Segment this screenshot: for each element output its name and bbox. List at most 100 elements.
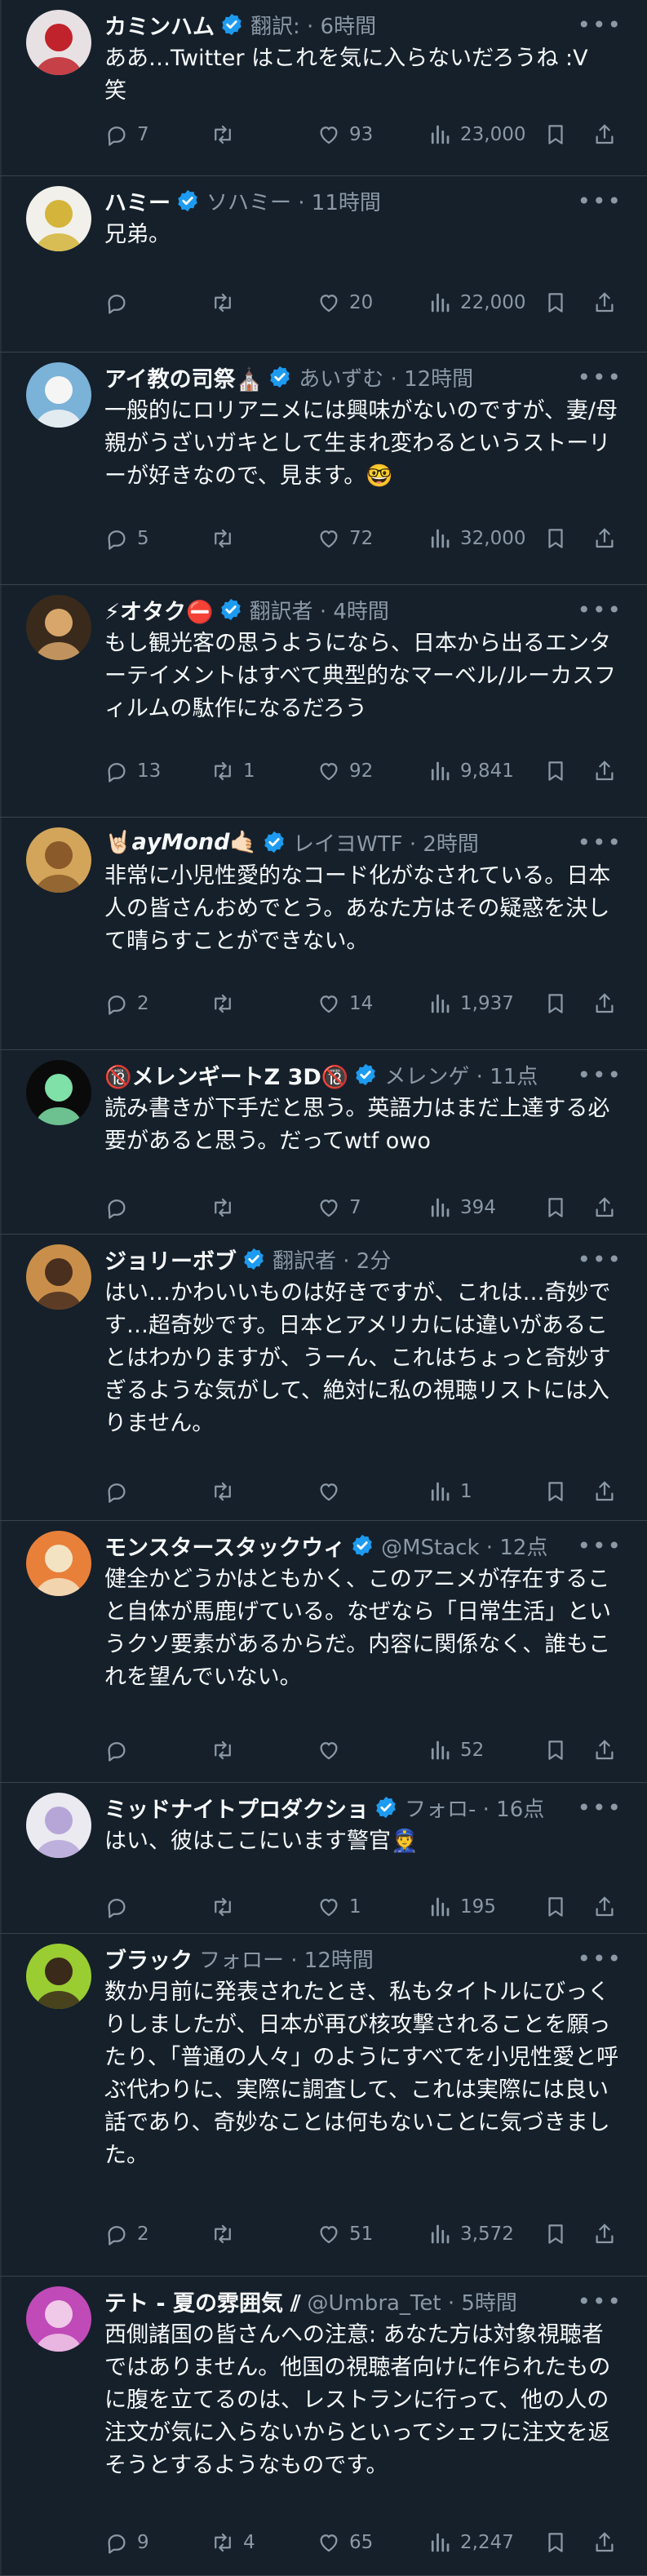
retweet-button[interactable] (210, 1895, 317, 1919)
more-icon[interactable]: ••• (577, 596, 623, 623)
more-icon[interactable]: ••• (577, 364, 623, 391)
reply-button[interactable]: 5 (104, 526, 210, 551)
author-name[interactable]: ハミー (104, 185, 171, 217)
author-meta[interactable]: メレンゲ · 11点 (384, 1060, 538, 1090)
avatar[interactable] (26, 10, 91, 75)
like-button[interactable]: 65 (317, 2530, 428, 2555)
bookmark-button[interactable] (543, 991, 592, 1016)
author-name[interactable]: ミッドナイトプロダクショ (104, 1792, 369, 1824)
author-meta[interactable]: 翻訳者 · 4時間 (250, 595, 389, 625)
share-button[interactable] (592, 2530, 625, 2555)
share-button[interactable] (592, 290, 625, 315)
more-icon[interactable]: ••• (577, 1945, 623, 1972)
more-icon[interactable]: ••• (577, 2288, 623, 2315)
author-meta[interactable]: レイヨWTF · 2時間 (293, 827, 479, 858)
author-name[interactable]: カミンハム (104, 9, 215, 41)
views-button[interactable]: 22,000 (428, 290, 543, 315)
tweet[interactable]: ジョリーボブ 翻訳者 · 2分 ••• はい…かわいいものは好きですが、これは…奇妙で… (0, 1235, 647, 1521)
retweet-button[interactable] (210, 1738, 317, 1762)
avatar[interactable] (26, 362, 91, 428)
views-button[interactable]: 2,247 (428, 2530, 543, 2555)
author-name[interactable]: テト - 夏の雰囲気 ⫽ (104, 2286, 300, 2317)
bookmark-button[interactable] (543, 290, 592, 315)
reply-button[interactable] (104, 290, 210, 315)
bookmark-button[interactable] (543, 1479, 592, 1504)
reply-button[interactable]: 9 (104, 2530, 210, 2555)
views-button[interactable]: 195 (428, 1895, 543, 1919)
reply-button[interactable]: 2 (104, 991, 210, 1016)
avatar[interactable] (26, 1060, 91, 1125)
views-button[interactable]: 1 (428, 1479, 543, 1504)
more-icon[interactable]: ••• (577, 1794, 623, 1821)
author-meta[interactable]: 翻訳: · 6時間 (250, 10, 376, 40)
like-button[interactable]: 93 (317, 122, 428, 147)
author-meta[interactable]: 翻訳者 · 2分 (273, 1244, 391, 1275)
author-name[interactable]: 🔞メレンギートZ 3D🔞 (104, 1059, 348, 1091)
avatar[interactable] (26, 1944, 91, 2009)
retweet-button[interactable] (210, 1195, 317, 1220)
like-button[interactable]: 7 (317, 1195, 428, 1220)
author-meta[interactable]: ソハミー · 11時間 (206, 186, 381, 216)
avatar[interactable] (26, 827, 91, 893)
like-button[interactable] (317, 1479, 428, 1504)
share-button[interactable] (592, 526, 625, 551)
more-icon[interactable]: ••• (577, 1532, 623, 1559)
author-meta[interactable]: あいずむ · 12時間 (299, 362, 473, 392)
tweet[interactable]: ⚡オタク⛔ 翻訳者 · 4時間 ••• もし観光客の思うようになら、日本から出るエンタ… (0, 585, 647, 818)
author-name[interactable]: ⚡オタク⛔ (104, 594, 214, 626)
reply-button[interactable] (104, 1195, 210, 1220)
views-button[interactable]: 32,000 (428, 526, 543, 551)
reply-button[interactable]: 2 (104, 2222, 210, 2246)
retweet-button[interactable]: 1 (210, 759, 317, 783)
author-meta[interactable]: フォロー · 12時間 (199, 1944, 374, 1974)
retweet-button[interactable] (210, 122, 317, 147)
more-icon[interactable]: ••• (577, 11, 623, 38)
share-button[interactable] (592, 1195, 625, 1220)
share-button[interactable] (592, 1895, 625, 1919)
bookmark-button[interactable] (543, 2222, 592, 2246)
tweet[interactable]: カミンハム 翻訳: · 6時間 ••• ああ…Twitter はこれを気に入らないだろ… (0, 0, 647, 176)
share-button[interactable] (592, 1738, 625, 1762)
share-button[interactable] (592, 759, 625, 783)
tweet[interactable]: ブラック フォロー · 12時間 ••• 数か月前に発表されたとき、私もタイトルにびっ… (0, 1934, 647, 2277)
reply-button[interactable]: 7 (104, 122, 210, 147)
bookmark-button[interactable] (543, 2530, 592, 2555)
retweet-button[interactable] (210, 1479, 317, 1504)
tweet[interactable]: アイ教の司祭⛪ あいずむ · 12時間 ••• 一般的にロリアニメには興味がないのです… (0, 352, 647, 585)
tweet[interactable]: テト - 夏の雰囲気 ⫽ @Umbra_Tet · 5時間 ••• 西側諸国の皆さんへ… (0, 2277, 647, 2576)
reply-button[interactable]: 13 (104, 759, 210, 783)
share-button[interactable] (592, 1479, 625, 1504)
tweet[interactable]: ハミー ソハミー · 11時間 ••• 兄弟。 20 22,000 (0, 176, 647, 352)
views-button[interactable]: 3,572 (428, 2222, 543, 2246)
bookmark-button[interactable] (543, 526, 592, 551)
reply-button[interactable] (104, 1738, 210, 1762)
bookmark-button[interactable] (543, 1895, 592, 1919)
like-button[interactable]: 1 (317, 1895, 428, 1919)
retweet-button[interactable] (210, 991, 317, 1016)
bookmark-button[interactable] (543, 122, 592, 147)
avatar[interactable] (26, 1793, 91, 1858)
more-icon[interactable]: ••• (577, 829, 623, 856)
retweet-button[interactable] (210, 2222, 317, 2246)
like-button[interactable]: 14 (317, 991, 428, 1016)
like-button[interactable]: 72 (317, 526, 428, 551)
share-button[interactable] (592, 2222, 625, 2246)
like-button[interactable]: 20 (317, 290, 428, 315)
bookmark-button[interactable] (543, 1195, 592, 1220)
retweet-button[interactable] (210, 290, 317, 315)
views-button[interactable]: 9,841 (428, 759, 543, 783)
author-name[interactable]: アイ教の司祭⛪ (104, 361, 263, 393)
share-button[interactable] (592, 991, 625, 1016)
tweet[interactable]: 🔞メレンギートZ 3D🔞 メレンゲ · 11点 ••• 読み書きが下手だと思う。英語力… (0, 1050, 647, 1235)
author-meta[interactable]: @MStack · 12点 (381, 1531, 547, 1561)
tweet[interactable]: モンスタースタックウィ @MStack · 12点 ••• 健全かどうかはともかく、こ… (0, 1521, 647, 1783)
author-name[interactable]: ブラック (104, 1943, 193, 1975)
views-button[interactable]: 23,000 (428, 122, 543, 147)
like-button[interactable] (317, 1738, 428, 1762)
author-name[interactable]: モンスタースタックウィ (104, 1530, 345, 1562)
bookmark-button[interactable] (543, 1738, 592, 1762)
reply-button[interactable] (104, 1895, 210, 1919)
tweet[interactable]: ミッドナイトプロダクショ フォロ- · 16点 ••• はい、彼はここにいます警官👮 1… (0, 1783, 647, 1934)
like-button[interactable]: 92 (317, 759, 428, 783)
views-button[interactable]: 394 (428, 1195, 543, 1220)
